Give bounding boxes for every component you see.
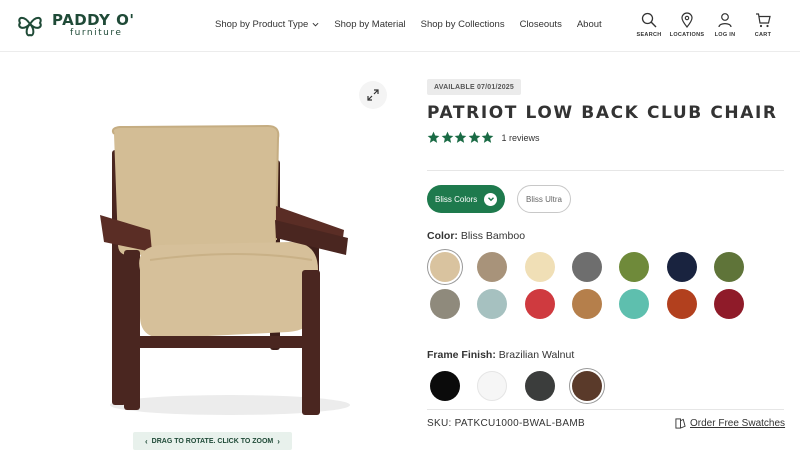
- brand-logo[interactable]: PADDY O' furniture: [14, 11, 134, 39]
- order-swatches-label: Order Free Swatches: [690, 418, 786, 429]
- tab-label: Bliss Ultra: [526, 194, 563, 204]
- chevron-right-icon: ›: [277, 436, 280, 446]
- login-button[interactable]: LOG IN: [706, 12, 744, 38]
- search-button[interactable]: SEARCH: [630, 12, 668, 38]
- rotate-hint-label: DRAG TO ROTATE. CLICK TO ZOOM: [151, 437, 274, 445]
- availability-badge: AVAILABLE 07/01/2025: [427, 79, 521, 95]
- product-image-chair[interactable]: [90, 120, 355, 420]
- swatch-book-icon: [675, 418, 686, 429]
- color-swatch[interactable]: [666, 289, 697, 319]
- nav-label: About: [576, 19, 602, 30]
- product-rating[interactable]: 1 reviews: [427, 131, 540, 144]
- frame-swatch[interactable]: [524, 371, 555, 401]
- color-label: Color:: [427, 230, 458, 242]
- chevron-left-icon: ‹: [145, 436, 148, 446]
- star-icon: [468, 131, 480, 143]
- nav-label: Closeouts: [519, 19, 562, 30]
- product-title: PATRIOT LOW BACK CLUB CHAIR: [427, 103, 778, 123]
- color-swatch[interactable]: [713, 289, 744, 319]
- sku-value: PATKCU1000-BWAL-BAMB: [454, 418, 585, 429]
- nav-label: Shop by Product Type: [215, 19, 309, 30]
- product-sku: SKU: PATKCU1000-BWAL-BAMB: [427, 418, 585, 429]
- sku-label: SKU:: [427, 418, 452, 429]
- utility-nav: SEARCH LOCATIONS LOG IN CART: [630, 12, 782, 38]
- color-swatch[interactable]: [524, 252, 555, 282]
- order-free-swatches-link[interactable]: Order Free Swatches: [675, 418, 785, 429]
- main-nav: Shop by Product Type Shop by Material Sh…: [215, 19, 617, 30]
- util-label: LOG IN: [714, 32, 736, 38]
- divider: [427, 170, 784, 171]
- color-swatch[interactable]: [477, 289, 508, 319]
- tab-bliss-colors[interactable]: Bliss Colors: [427, 185, 506, 213]
- chevron-down-icon: [484, 192, 498, 206]
- nav-about[interactable]: About: [577, 19, 602, 30]
- color-selected-value: Bliss Bamboo: [460, 230, 526, 242]
- color-swatch[interactable]: [524, 289, 555, 319]
- shamrock-logo-icon: [18, 16, 42, 37]
- nav-closeouts[interactable]: Closeouts: [520, 19, 562, 30]
- expand-icon: [367, 89, 379, 101]
- frame-option-label: Frame Finish: Brazilian Walnut: [427, 349, 574, 361]
- color-swatch[interactable]: [571, 252, 602, 282]
- util-label: CART: [754, 32, 772, 38]
- star-icon: [427, 131, 440, 143]
- color-swatch[interactable]: [666, 252, 697, 282]
- locations-button[interactable]: LOCATIONS: [668, 12, 706, 38]
- color-swatch[interactable]: [430, 289, 460, 319]
- color-swatch[interactable]: [619, 289, 650, 319]
- star-icon: [454, 131, 467, 143]
- brand-subtitle: furniture: [70, 27, 123, 38]
- nav-shop-by-collections[interactable]: Shop by Collections: [421, 19, 505, 30]
- reviews-count[interactable]: 1 reviews: [502, 133, 540, 143]
- chevron-down-icon: [312, 22, 319, 27]
- color-swatch[interactable]: [477, 252, 508, 282]
- tab-bliss-ultra[interactable]: Bliss Ultra: [517, 185, 572, 213]
- user-icon: [718, 13, 732, 28]
- frame-label: Frame Finish:: [427, 349, 496, 361]
- tab-label: Bliss Colors: [435, 194, 478, 204]
- star-icon: [441, 131, 453, 143]
- color-option-label: Color: Bliss Bamboo: [427, 230, 525, 242]
- frame-selected-value: Brazilian Walnut: [498, 349, 575, 361]
- nav-shop-by-product-type[interactable]: Shop by Product Type: [215, 19, 319, 30]
- divider: [427, 409, 784, 410]
- rotate-zoom-hint[interactable]: ‹ DRAG TO ROTATE. CLICK TO ZOOM ›: [133, 432, 292, 450]
- color-swatch[interactable]: [619, 252, 650, 282]
- color-swatch[interactable]: [571, 289, 602, 319]
- frame-swatch[interactable]: [571, 371, 602, 401]
- nav-shop-by-material[interactable]: Shop by Material: [334, 19, 405, 30]
- nav-label: Shop by Material: [334, 19, 406, 30]
- expand-image-button[interactable]: [359, 81, 387, 109]
- frame-swatch[interactable]: [430, 371, 460, 401]
- color-swatch[interactable]: [430, 252, 460, 282]
- color-swatch[interactable]: [713, 252, 744, 282]
- star-icon: [481, 131, 494, 143]
- site-header: PADDY O' furniture Shop by Product Type …: [0, 0, 800, 52]
- util-label: LOCATIONS: [669, 32, 705, 38]
- cart-button[interactable]: CART: [744, 12, 782, 38]
- nav-label: Shop by Collections: [420, 19, 505, 30]
- search-icon: [641, 12, 657, 28]
- frame-swatch[interactable]: [477, 371, 508, 401]
- cart-icon: [756, 13, 771, 28]
- brand-name: PADDY O': [52, 10, 135, 29]
- util-label: SEARCH: [636, 32, 662, 38]
- location-pin-icon: [681, 12, 693, 28]
